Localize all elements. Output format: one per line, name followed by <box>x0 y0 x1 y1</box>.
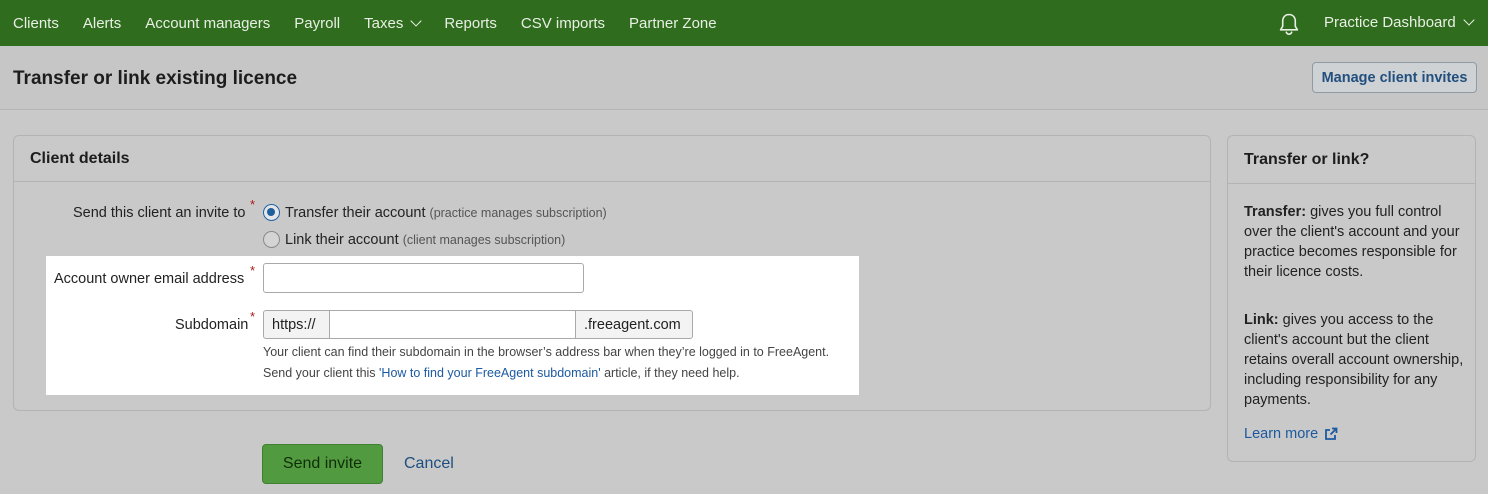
nav-partner-zone[interactable]: Partner Zone <box>629 15 717 32</box>
help-prefix: Send your client this <box>263 366 380 380</box>
top-nav: Clients Alerts Account managers Payroll … <box>0 0 1488 46</box>
link-radio[interactable] <box>263 231 280 248</box>
invite-type-label: Send this client an invite to <box>73 205 246 221</box>
required-marker: * <box>250 263 256 278</box>
practice-dashboard-label: Practice Dashboard <box>1324 14 1456 31</box>
subdomain-help-text: Your client can find their subdomain in … <box>263 345 830 359</box>
nav-clients[interactable]: Clients <box>13 15 59 32</box>
send-invite-button[interactable]: Send invite <box>262 444 383 484</box>
nav-taxes-label: Taxes <box>364 14 404 32</box>
practice-dashboard-menu[interactable]: Practice Dashboard <box>1324 14 1475 31</box>
required-marker: * <box>250 197 256 212</box>
required-marker: * <box>250 309 256 324</box>
learn-more-link[interactable]: Learn more <box>1244 426 1338 442</box>
subdomain-input[interactable] <box>329 310 576 339</box>
external-link-icon <box>1325 427 1338 440</box>
nav-alerts[interactable]: Alerts <box>83 15 121 32</box>
email-label: Account owner email address <box>54 271 245 287</box>
transfer-or-link-card: Transfer or link? Transfer: gives you fu… <box>1227 135 1476 462</box>
subdomain-label: Subdomain <box>175 317 249 333</box>
transfer-option-label[interactable]: Transfer their account (practice manages… <box>285 205 607 221</box>
nav-account-managers[interactable]: Account managers <box>145 15 270 32</box>
subdomain-help-article: Send your client this 'How to find your … <box>263 366 740 380</box>
transfer-term: Transfer: <box>1244 204 1307 220</box>
link-option-text: Link their account <box>285 232 399 248</box>
cancel-link[interactable]: Cancel <box>404 455 454 473</box>
chevron-down-icon <box>1463 14 1475 26</box>
subdomain-article-link[interactable]: 'How to find your FreeAgent subdomain' <box>379 366 601 380</box>
help-suffix: article, if they need help. <box>600 366 740 380</box>
transfer-radio[interactable] <box>263 204 280 221</box>
side-card-title: Transfer or link? <box>1228 136 1475 184</box>
subdomain-prefix: https:// <box>263 310 330 339</box>
link-option-label[interactable]: Link their account (client manages subsc… <box>285 232 565 248</box>
transfer-explanation: Transfer: gives you full control over th… <box>1244 202 1464 282</box>
learn-more-label: Learn more <box>1244 426 1319 442</box>
link-term: Link: <box>1244 312 1279 328</box>
subdomain-suffix: .freeagent.com <box>575 310 693 339</box>
transfer-option-text: Transfer their account <box>285 205 426 221</box>
nav-taxes[interactable]: Taxes <box>364 14 422 32</box>
nav-payroll[interactable]: Payroll <box>294 15 340 32</box>
bell-icon[interactable] <box>1278 12 1300 36</box>
email-input[interactable] <box>263 263 584 293</box>
link-option-note: (client manages subscription) <box>402 233 566 247</box>
transfer-option-note: (practice manages subscription) <box>429 206 607 220</box>
link-explanation: Link: gives you access to the client's a… <box>1244 310 1464 410</box>
page-header: Transfer or link existing licence Manage… <box>0 46 1488 110</box>
nav-csv-imports[interactable]: CSV imports <box>521 15 605 32</box>
page-title: Transfer or link existing licence <box>13 68 298 89</box>
chevron-down-icon <box>410 14 422 27</box>
nav-reports[interactable]: Reports <box>444 15 497 32</box>
client-details-title: Client details <box>14 136 1210 182</box>
manage-client-invites-button[interactable]: Manage client invites <box>1312 62 1477 93</box>
